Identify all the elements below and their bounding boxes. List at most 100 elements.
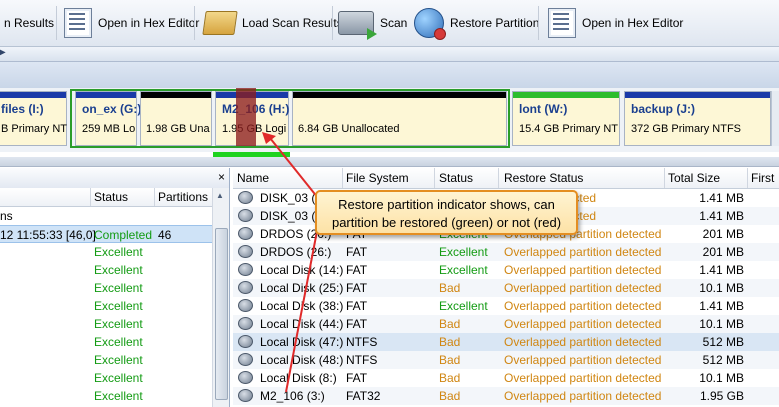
session-status: Excellent xyxy=(94,335,143,349)
hex-editor-icon xyxy=(64,8,92,38)
table-row[interactable]: Local Disk (25:) FAT Bad Overlapped partiti… xyxy=(233,279,779,297)
session-status: Excellent xyxy=(94,281,143,295)
toolbar-separator xyxy=(56,6,57,40)
scroll-up-icon[interactable]: ▲ xyxy=(216,191,224,200)
partition-block[interactable]: 6.84 GB Unallocated xyxy=(292,91,507,146)
partition-info: 259 MB Lo xyxy=(82,123,136,135)
session-name: ns xyxy=(0,209,13,223)
column-separator[interactable] xyxy=(434,168,435,188)
partition-name: Local Disk (14:) xyxy=(260,263,344,277)
total-size: 512 MB xyxy=(702,353,744,367)
table-row[interactable]: Local Disk (47:) NTFS Bad Overlapped partit… xyxy=(233,333,779,351)
partition-bar xyxy=(513,92,619,98)
toolbar-separator xyxy=(538,6,539,40)
partition-info: 372 GB Primary NTFS xyxy=(631,123,742,135)
partition-name: files (I:) xyxy=(1,102,44,116)
callout-line-2: partition be restored (green) or not (re… xyxy=(331,215,562,230)
scan-button[interactable]: Scan xyxy=(338,6,407,40)
table-row[interactable]: Local Disk (8:) FAT Bad Overlapped partitio… xyxy=(233,369,779,387)
table-row[interactable]: M2_106 (3:) FAT32 Bad Overlapped partition … xyxy=(233,387,779,405)
column-header-file-system[interactable]: File System xyxy=(346,171,409,185)
chevron-right-icon[interactable]: ▶ xyxy=(0,47,6,58)
close-icon[interactable]: × xyxy=(218,170,225,184)
partition-bar xyxy=(293,92,506,98)
partition-block[interactable]: lont (W:) 15.4 GB Primary NT xyxy=(512,91,620,146)
restore-status: Overlapped partition detected xyxy=(504,263,662,277)
session-status: Excellent xyxy=(94,245,143,259)
open-hex-editor-button-2[interactable]: Open in Hex Editor xyxy=(548,6,683,40)
column-header-first[interactable]: First xyxy=(751,171,774,185)
table-row[interactable]: 12 11:55:33 [46,0] Completed 46 xyxy=(0,225,212,243)
column-separator[interactable] xyxy=(342,168,343,188)
column-separator[interactable] xyxy=(498,168,499,188)
table-row[interactable]: Local Disk (14:) FAT Excellent Overlapped p… xyxy=(233,261,779,279)
disk-icon xyxy=(238,281,253,294)
column-header-status[interactable]: Status xyxy=(94,190,128,204)
column-header-partitions[interactable]: Partitions xyxy=(158,190,208,204)
total-size: 512 MB xyxy=(702,335,744,349)
column-separator[interactable] xyxy=(747,168,748,188)
column-header-total-size[interactable]: Total Size xyxy=(668,171,720,185)
table-row[interactable]: Local Disk (48:) NTFS Bad Overlapped partit… xyxy=(233,351,779,369)
restore-status: Overlapped partition detected xyxy=(504,371,662,385)
file-system: NTFS xyxy=(346,335,378,349)
table-row[interactable]: Excellent xyxy=(0,315,212,333)
table-row[interactable]: Excellent xyxy=(0,243,212,261)
file-system: FAT xyxy=(346,317,368,331)
session-partitions: 46 xyxy=(158,228,172,242)
partition-block[interactable]: on_ex (G:) 259 MB Lo xyxy=(75,91,141,146)
total-size: 1.41 MB xyxy=(699,191,744,205)
partition-block[interactable]: backup (J:) 372 GB Primary NTFS xyxy=(624,91,771,146)
table-row[interactable]: Excellent xyxy=(0,387,212,405)
table-row[interactable]: Local Disk (44:) FAT Bad Overlapped partiti… xyxy=(233,315,779,333)
restore-partition-button[interactable]: Restore Partition xyxy=(414,6,539,40)
disk-icon xyxy=(238,389,253,402)
column-separator[interactable] xyxy=(90,188,91,206)
column-header-status[interactable]: Status xyxy=(439,171,473,185)
left-scrollbar[interactable]: ▲ xyxy=(212,188,229,407)
scan-icon xyxy=(338,11,377,40)
partition-block[interactable]: files (I:) B Primary NT xyxy=(0,91,67,146)
partition-name: Local Disk (8:) xyxy=(260,371,337,385)
partition-block[interactable]: 1.98 GB Una xyxy=(140,91,212,146)
left-column-headers: Status Partitions xyxy=(0,188,212,207)
table-row[interactable]: Excellent xyxy=(0,333,212,351)
column-header-restore-status[interactable]: Restore Status xyxy=(504,171,583,185)
disk-icon xyxy=(238,263,253,276)
table-row[interactable]: Excellent xyxy=(0,279,212,297)
column-header-name[interactable]: Name xyxy=(237,171,269,185)
load-scan-results-button[interactable]: Load Scan Results xyxy=(202,6,343,40)
file-system: FAT32 xyxy=(346,389,381,403)
table-row[interactable]: DRDOS (26:) FAT Excellent Overlapped partit… xyxy=(233,243,779,261)
file-system: FAT xyxy=(346,371,368,385)
partition-info: 6.84 GB Unallocated xyxy=(298,123,400,135)
restore-status: Overlapped partition detected xyxy=(504,245,662,259)
total-size: 201 MB xyxy=(702,227,744,241)
partition-status: Excellent xyxy=(439,299,488,313)
partition-name: on_ex (G:) xyxy=(82,102,142,116)
disk-icon xyxy=(238,245,253,258)
disk-icon xyxy=(238,353,253,366)
table-row[interactable]: ns xyxy=(0,207,212,225)
file-system: FAT xyxy=(346,299,368,313)
scan-label: Scan xyxy=(380,16,408,30)
column-separator[interactable] xyxy=(664,168,665,188)
scan-results-button[interactable]: n Results xyxy=(4,6,54,40)
table-row[interactable]: Excellent xyxy=(0,369,212,387)
callout-line-1: Restore partition indicator shows, can xyxy=(338,197,555,212)
scrollbar-thumb[interactable] xyxy=(215,228,228,400)
pane-splitter[interactable] xyxy=(0,157,779,167)
column-separator[interactable] xyxy=(154,188,155,206)
session-status: Completed xyxy=(94,228,153,242)
partition-name: lont (W:) xyxy=(519,102,568,116)
open-hex-editor-button[interactable]: Open in Hex Editor xyxy=(64,6,199,40)
partition-name: Local Disk (38:) xyxy=(260,299,344,313)
total-size: 1.41 MB xyxy=(699,263,744,277)
disk-map-scrollbar[interactable] xyxy=(771,91,779,146)
restore-indicator-red xyxy=(236,88,256,146)
toolbar-separator xyxy=(332,6,333,40)
table-row[interactable]: Excellent xyxy=(0,351,212,369)
table-row[interactable]: Excellent xyxy=(0,261,212,279)
table-row[interactable]: Local Disk (38:) FAT Excellent Overlapped p… xyxy=(233,297,779,315)
table-row[interactable]: Excellent xyxy=(0,297,212,315)
